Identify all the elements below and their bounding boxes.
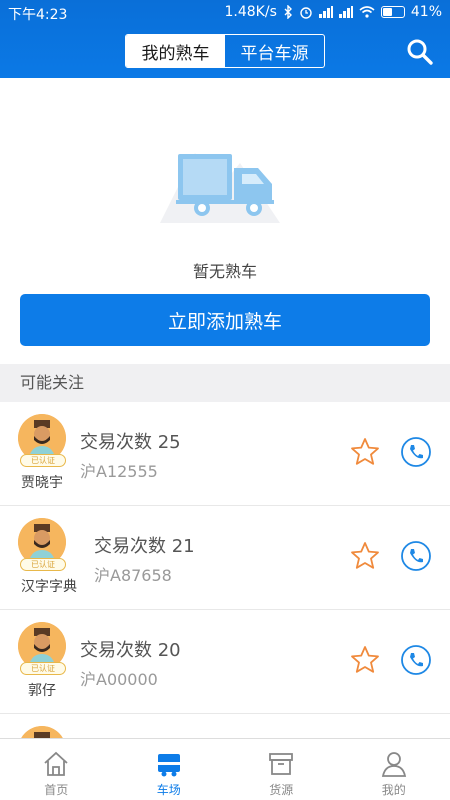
- plate-number: 沪A00000: [80, 670, 158, 689]
- user-name: 贾晓宇: [21, 475, 63, 491]
- tab-cargo[interactable]: 货源: [225, 739, 338, 800]
- tab-bar: 首页 车场 货源 我的: [0, 738, 450, 800]
- trade-count: 交易次数 25: [80, 432, 181, 453]
- empty-text: 暂无熟车: [192, 262, 257, 281]
- segment-control: 我的熟车 平台车源: [125, 34, 325, 68]
- user-name: 汉字字典: [21, 579, 77, 595]
- battery-percent: 41%: [410, 4, 442, 20]
- tab-label: 我的: [381, 783, 406, 797]
- plate-number: 沪A12555: [80, 462, 158, 481]
- search-icon[interactable]: [406, 38, 434, 66]
- tab-label: 车场: [156, 783, 181, 797]
- tab-label: 货源: [269, 783, 294, 797]
- add-truck-button[interactable]: 立即添加熟车: [20, 294, 430, 346]
- tab-label: 首页: [44, 783, 69, 797]
- tab-yard[interactable]: 车场: [113, 739, 226, 800]
- phone-icon[interactable]: [400, 436, 432, 468]
- status-bar: 下午4:23 1.48K/s 41%: [0, 0, 450, 26]
- star-icon[interactable]: [349, 436, 381, 468]
- list-item[interactable]: [0, 714, 450, 738]
- truck-icon: [160, 153, 280, 223]
- wifi-icon: [359, 6, 375, 18]
- tab-platform-trucks[interactable]: 平台车源: [225, 35, 324, 67]
- tab-mine[interactable]: 我的: [338, 739, 450, 800]
- list-item[interactable]: 已认证 郭仔 交易次数 20 沪A00000: [0, 610, 450, 714]
- tab-home[interactable]: 首页: [0, 739, 113, 800]
- home-icon: [44, 751, 68, 776]
- status-time: 下午4:23: [8, 7, 68, 23]
- phone-icon[interactable]: [400, 540, 432, 572]
- person-icon: [381, 752, 406, 777]
- section-title: 可能关注: [0, 364, 450, 402]
- trade-count: 交易次数 21: [94, 536, 195, 557]
- alarm-icon: [300, 7, 312, 19]
- avatar[interactable]: [18, 726, 66, 738]
- plate-number: 沪A87658: [94, 566, 172, 585]
- box-icon: [269, 753, 294, 775]
- list-item[interactable]: 已认证 贾晓宇 交易次数 25 沪A12555: [0, 402, 450, 506]
- phone-icon[interactable]: [400, 644, 432, 676]
- trade-count: 交易次数 20: [80, 640, 181, 661]
- verified-badge: 已认证: [20, 454, 66, 467]
- empty-state: 暂无熟车 立即添加熟车: [0, 78, 450, 364]
- star-icon[interactable]: [349, 540, 381, 572]
- tab-my-trucks[interactable]: 我的熟车: [126, 35, 225, 67]
- battery-icon: [380, 6, 405, 18]
- user-name: 郭仔: [28, 683, 56, 699]
- header: 下午4:23 1.48K/s 41% 我的熟车 平台车源: [0, 0, 450, 78]
- signal-icon-2: [338, 6, 353, 18]
- list-item[interactable]: 已认证 汉字字典 交易次数 21 沪A87658: [0, 506, 450, 610]
- status-right: 1.48K/s 41%: [225, 4, 443, 20]
- verified-badge: 已认证: [20, 558, 66, 571]
- star-icon[interactable]: [349, 644, 381, 676]
- suggest-list: 已认证 贾晓宇 交易次数 25 沪A12555 已认证 汉字字典 交易次数 21…: [0, 402, 450, 738]
- network-speed: 1.48K/s: [224, 4, 277, 20]
- truck-yard-icon: [157, 754, 180, 777]
- signal-icon: [318, 6, 333, 18]
- bluetooth-icon: [284, 5, 292, 19]
- verified-badge: 已认证: [20, 662, 66, 675]
